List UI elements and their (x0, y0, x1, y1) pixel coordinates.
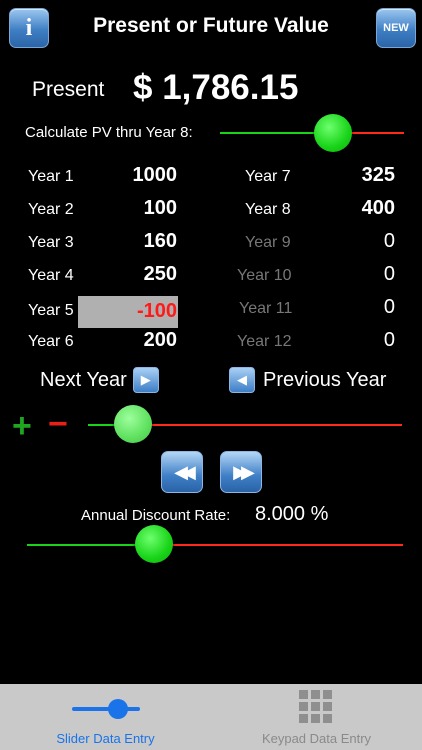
year-value: 400 (361, 197, 395, 219)
year-label: Year 11 (239, 300, 293, 317)
year-label: Year 6 (28, 333, 74, 350)
play-left-icon: ◀ (229, 367, 255, 393)
rewind-button[interactable]: ◀◀ (161, 451, 203, 493)
minus-icon[interactable]: − (48, 407, 68, 441)
next-year-button[interactable]: Next Year ▶ (40, 367, 159, 393)
rate-slider-thumb[interactable] (135, 525, 173, 563)
year-label: Year 3 (28, 234, 74, 251)
years-left-column: Year 1 1000 Year 2 100 Year 3 160 Year 4… (28, 164, 180, 362)
fast-forward-icon: ▶▶ (233, 461, 255, 482)
rate-slider-track-right (154, 544, 403, 546)
present-value: $ 1,786.15 (133, 68, 299, 107)
page-title: Present or Future Value (93, 14, 329, 37)
rewind-icon: ◀◀ (174, 461, 196, 482)
year-value: 100 (143, 197, 177, 219)
year-row[interactable]: Year 8 400 (237, 197, 397, 230)
year-row[interactable]: Year 1 1000 (28, 164, 180, 197)
year-row[interactable]: Year 6 200 (28, 329, 180, 362)
year-row[interactable]: Year 2 100 (28, 197, 180, 230)
year-value: 0 (383, 263, 395, 285)
year-label: Year 8 (245, 201, 291, 218)
play-right-icon: ▶ (132, 367, 159, 393)
discount-rate-value: 8.000 % (255, 503, 329, 525)
year-label: Year 7 (245, 168, 291, 185)
calc-slider-track-left (220, 132, 327, 134)
year-row[interactable]: Year 7 325 (237, 164, 397, 197)
year-label: Year 9 (245, 234, 291, 251)
year-label: Year 2 (28, 201, 74, 218)
year-value: 1000 (132, 164, 178, 186)
year-row[interactable]: Year 4 250 (28, 263, 180, 296)
tab-label: Slider Data Entry (56, 731, 155, 746)
year-row-selected[interactable]: Year 5 -100 (28, 296, 180, 329)
year-row[interactable]: Year 11 0 (237, 296, 397, 329)
year-label: Year 12 (237, 333, 292, 350)
year-value: 0 (383, 230, 395, 252)
year-value: 200 (143, 329, 177, 351)
year-value: 0 (383, 329, 395, 351)
year-label: Year 5 (28, 302, 74, 319)
discount-rate-slider[interactable] (27, 525, 403, 563)
year-value: 250 (143, 263, 177, 285)
tab-slider-data-entry[interactable]: Slider Data Entry (0, 684, 211, 750)
year-value: -100 (136, 300, 177, 322)
new-button-label: NEW (383, 22, 409, 34)
adjust-slider-track-right (133, 424, 402, 426)
year-row[interactable]: Year 12 0 (237, 329, 397, 362)
tab-label: Keypad Data Entry (261, 731, 372, 746)
year-row[interactable]: Year 9 0 (237, 230, 397, 263)
year-row[interactable]: Year 10 0 (237, 263, 397, 296)
fast-forward-button[interactable]: ▶▶ (220, 451, 262, 493)
tab-bar: Slider Data Entry Keypad Data Entry (0, 684, 422, 750)
new-button[interactable]: NEW (376, 8, 416, 48)
year-value: 160 (143, 230, 177, 252)
year-row[interactable]: Year 3 160 (28, 230, 180, 263)
previous-year-label: Previous Year (263, 368, 387, 391)
calc-thru-label: Calculate PV thru Year 8: (25, 124, 193, 141)
tab-keypad-data-entry[interactable]: Keypad Data Entry (211, 684, 422, 750)
present-label: Present (32, 78, 105, 101)
value-adjust-slider[interactable] (88, 405, 402, 443)
year-label: Year 1 (28, 168, 74, 185)
year-value: 325 (361, 164, 395, 186)
years-right-column: Year 7 325 Year 8 400 Year 9 0 Year 10 0… (237, 164, 397, 362)
year-label: Year 10 (237, 267, 292, 284)
next-year-label: Next Year (40, 368, 127, 391)
discount-rate-label: Annual Discount Rate: (81, 507, 231, 524)
year-value: 0 (383, 296, 395, 318)
keypad-icon (299, 690, 332, 723)
year-label: Year 4 (28, 267, 74, 284)
calc-year-slider[interactable] (220, 114, 404, 152)
info-icon: i (25, 14, 33, 41)
plus-icon[interactable]: + (12, 409, 32, 443)
info-button[interactable]: i (9, 8, 49, 48)
previous-year-button[interactable]: ◀ Previous Year (229, 367, 386, 393)
adjust-slider-thumb[interactable] (114, 405, 152, 443)
calc-slider-thumb[interactable] (314, 114, 352, 152)
slider-icon (72, 699, 140, 719)
